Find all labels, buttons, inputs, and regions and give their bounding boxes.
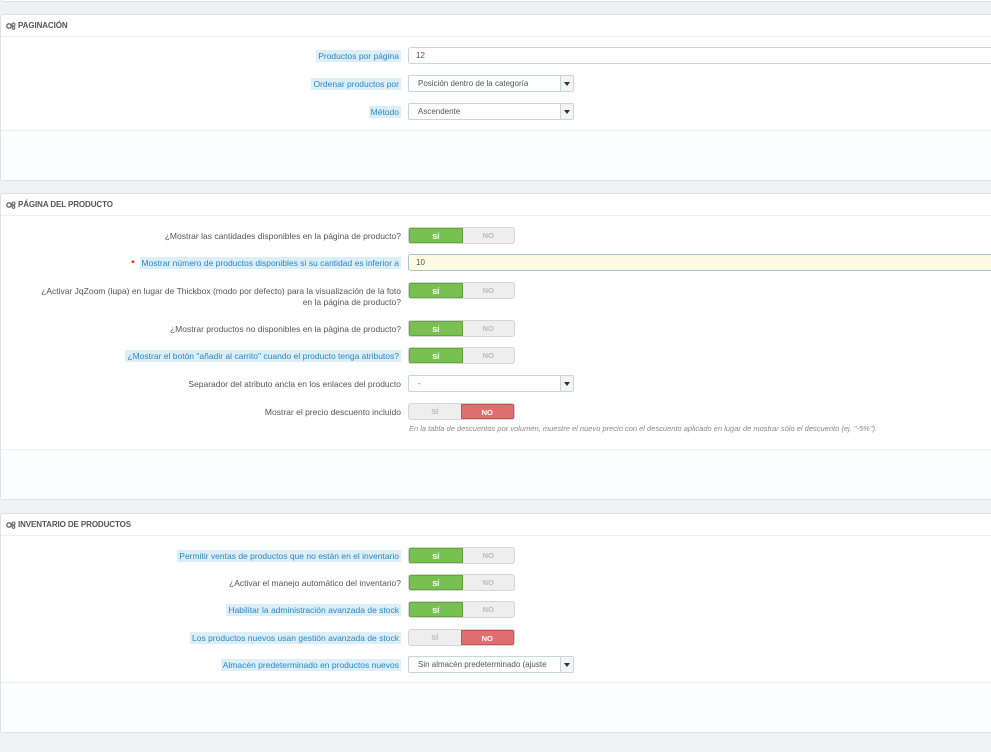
- switch-no[interactable]: NO: [463, 283, 515, 298]
- method-label[interactable]: Método: [368, 106, 401, 118]
- switch-yes[interactable]: SÍ: [409, 575, 463, 590]
- cogs-icon: [6, 200, 16, 209]
- jqzoom-label: ¿Activar JqZoom (lupa) en lugar de Thick…: [41, 286, 401, 307]
- new-products-asm-switch[interactable]: SÍ NO: [408, 629, 515, 646]
- discount-price-label: Mostrar el precio descuento incluido: [264, 407, 401, 417]
- show-qty-label: ¿Mostrar las cantidades disponibles en l…: [164, 231, 401, 241]
- show-unavailable-switch[interactable]: SÍ NO: [408, 320, 515, 337]
- product-page-panel: PÁGINA DEL PRODUCTO ¿Mostrar las cantida…: [0, 193, 991, 500]
- panel-title: PAGINACIÓN: [18, 21, 68, 30]
- allow-oos-label[interactable]: Permitir ventas de productos que no está…: [177, 550, 401, 562]
- caret-down-icon: [560, 76, 573, 91]
- separator-label: Separador del atributo ancla en los enla…: [188, 379, 401, 389]
- order-by-select[interactable]: Posición dentro de la categoría: [408, 75, 574, 92]
- default-warehouse-value: Sin almacén predeterminado (ajuste: [418, 660, 547, 669]
- pagination-footer: [1, 130, 991, 180]
- separator-value: -: [418, 379, 421, 388]
- products-per-page-label[interactable]: Productos por página: [316, 50, 401, 62]
- switch-no[interactable]: NO: [460, 404, 514, 419]
- inventory-heading: INVENTARIO DE PRODUCTOS: [1, 514, 991, 536]
- add-to-cart-switch[interactable]: SÍ NO: [408, 347, 515, 364]
- previous-panel: [0, 0, 991, 2]
- low-stock-input[interactable]: 10: [408, 254, 991, 271]
- low-stock-label[interactable]: * Mostrar número de productos disponibles…: [131, 257, 401, 269]
- switch-no[interactable]: NO: [463, 321, 515, 336]
- caret-down-icon: [560, 376, 573, 391]
- auto-stock-label: ¿Activar el manejo automático del invent…: [229, 578, 401, 588]
- switch-no[interactable]: NO: [463, 548, 515, 563]
- caret-down-icon: [560, 104, 573, 119]
- caret-down-icon: [560, 657, 573, 672]
- switch-yes[interactable]: SÍ: [409, 404, 461, 419]
- switch-yes[interactable]: SÍ: [409, 228, 463, 243]
- discount-price-switch[interactable]: SÍ NO: [408, 403, 515, 420]
- new-products-asm-label[interactable]: Los productos nuevos usan gestión avanza…: [190, 632, 401, 644]
- product-page-footer: [1, 449, 991, 499]
- auto-stock-switch[interactable]: SÍ NO: [408, 574, 515, 591]
- order-by-value: Posición dentro de la categoría: [418, 79, 529, 88]
- default-warehouse-select[interactable]: Sin almacén predeterminado (ajuste: [408, 656, 574, 673]
- switch-yes[interactable]: SÍ: [409, 321, 463, 336]
- required-asterisk: *: [131, 258, 135, 268]
- method-value: Ascendente: [418, 107, 461, 116]
- switch-yes[interactable]: SÍ: [409, 283, 463, 298]
- advanced-stock-label[interactable]: Habilitar la administración avanzada de …: [226, 604, 401, 616]
- order-by-label[interactable]: Ordenar productos por: [311, 78, 401, 90]
- inventory-footer: [1, 682, 991, 732]
- show-unavailable-label: ¿Mostrar productos no disponibles en la …: [169, 324, 401, 334]
- cogs-icon: [6, 21, 16, 30]
- switch-no[interactable]: NO: [463, 228, 515, 243]
- separator-select[interactable]: -: [408, 375, 574, 392]
- add-to-cart-label[interactable]: ¿Mostrar el botón "añadir al carrito" cu…: [125, 350, 401, 362]
- switch-yes[interactable]: SÍ: [409, 602, 463, 617]
- switch-no[interactable]: NO: [463, 602, 515, 617]
- product-page-heading: PÁGINA DEL PRODUCTO: [1, 194, 991, 216]
- inventory-panel: INVENTARIO DE PRODUCTOS Permitir ventas …: [0, 513, 991, 733]
- method-select[interactable]: Ascendente: [408, 103, 574, 120]
- jqzoom-switch[interactable]: SÍ NO: [408, 282, 515, 299]
- switch-no[interactable]: NO: [460, 630, 514, 645]
- advanced-stock-switch[interactable]: SÍ NO: [408, 601, 515, 618]
- switch-yes[interactable]: SÍ: [409, 348, 463, 363]
- switch-no[interactable]: NO: [463, 348, 515, 363]
- switch-no[interactable]: NO: [463, 575, 515, 590]
- pagination-panel: PAGINACIÓN Productos por página 12 Orden…: [0, 14, 991, 181]
- default-warehouse-label[interactable]: Almacén predeterminado en productos nuev…: [220, 659, 401, 671]
- switch-yes[interactable]: SÍ: [409, 630, 461, 645]
- products-per-page-input[interactable]: 12: [408, 47, 991, 64]
- switch-yes[interactable]: SÍ: [409, 548, 463, 563]
- pagination-heading: PAGINACIÓN: [1, 15, 991, 37]
- discount-price-help: En la tabla de descuentos por volumen, m…: [409, 424, 878, 433]
- show-qty-switch[interactable]: SÍ NO: [408, 227, 515, 244]
- panel-title: INVENTARIO DE PRODUCTOS: [18, 520, 131, 529]
- cogs-icon: [6, 520, 16, 529]
- panel-title: PÁGINA DEL PRODUCTO: [18, 200, 113, 209]
- allow-oos-switch[interactable]: SÍ NO: [408, 547, 515, 564]
